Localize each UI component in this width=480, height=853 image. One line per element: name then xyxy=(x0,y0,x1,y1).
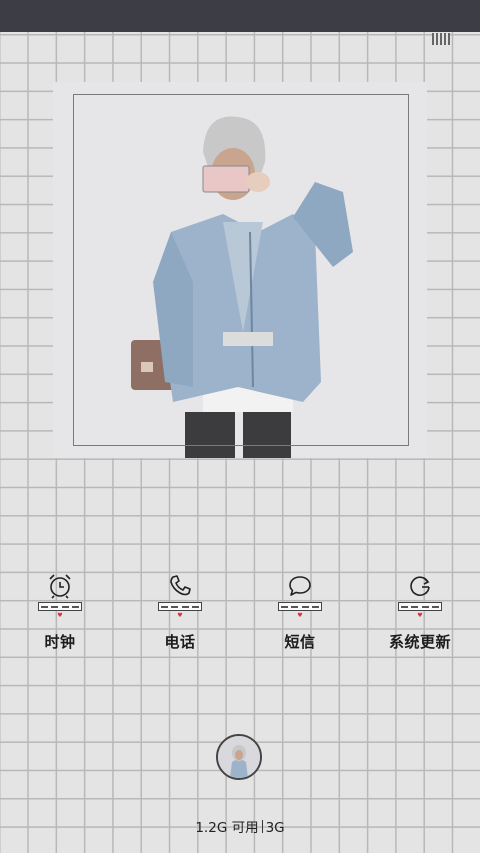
chat-bubble-icon xyxy=(289,576,311,596)
network-type-text: 3G xyxy=(265,820,285,836)
app-phone[interactable]: ♥ 电话 xyxy=(132,572,228,662)
avatar-image xyxy=(218,736,260,778)
alarm-clock-icon xyxy=(49,574,71,599)
app-ribbon-decoration xyxy=(158,602,202,611)
app-label-phone: 电话 xyxy=(164,633,196,651)
app-system-update[interactable]: ♥ 系统更新 xyxy=(372,572,468,662)
memory-available-text: 1.2G 可用 xyxy=(195,820,259,836)
photo-image xyxy=(53,82,427,458)
refresh-icon xyxy=(410,576,430,596)
app-clock[interactable]: ♥ 时钟 xyxy=(12,572,108,662)
status-bar xyxy=(0,0,480,32)
app-ribbon-decoration xyxy=(398,602,442,611)
heart-icon: ♥ xyxy=(177,612,183,619)
avatar[interactable] xyxy=(216,734,262,780)
app-label-clock: 时钟 xyxy=(44,633,76,651)
divider xyxy=(261,820,263,833)
heart-icon: ♥ xyxy=(297,612,303,619)
memory-status[interactable]: 1.2G 可用 3G xyxy=(0,816,480,836)
photo-widget[interactable] xyxy=(53,82,427,458)
app-messages[interactable]: ♥ 短信 xyxy=(252,572,348,662)
signal-indicator-icon xyxy=(432,33,450,45)
heart-icon: ♥ xyxy=(417,612,423,619)
app-ribbon-decoration xyxy=(278,602,322,611)
app-label-messages: 短信 xyxy=(284,633,316,651)
app-ribbon-decoration xyxy=(38,602,82,611)
app-label-system-update: 系统更新 xyxy=(388,633,451,651)
phone-icon xyxy=(170,575,191,596)
heart-icon: ♥ xyxy=(57,612,63,619)
